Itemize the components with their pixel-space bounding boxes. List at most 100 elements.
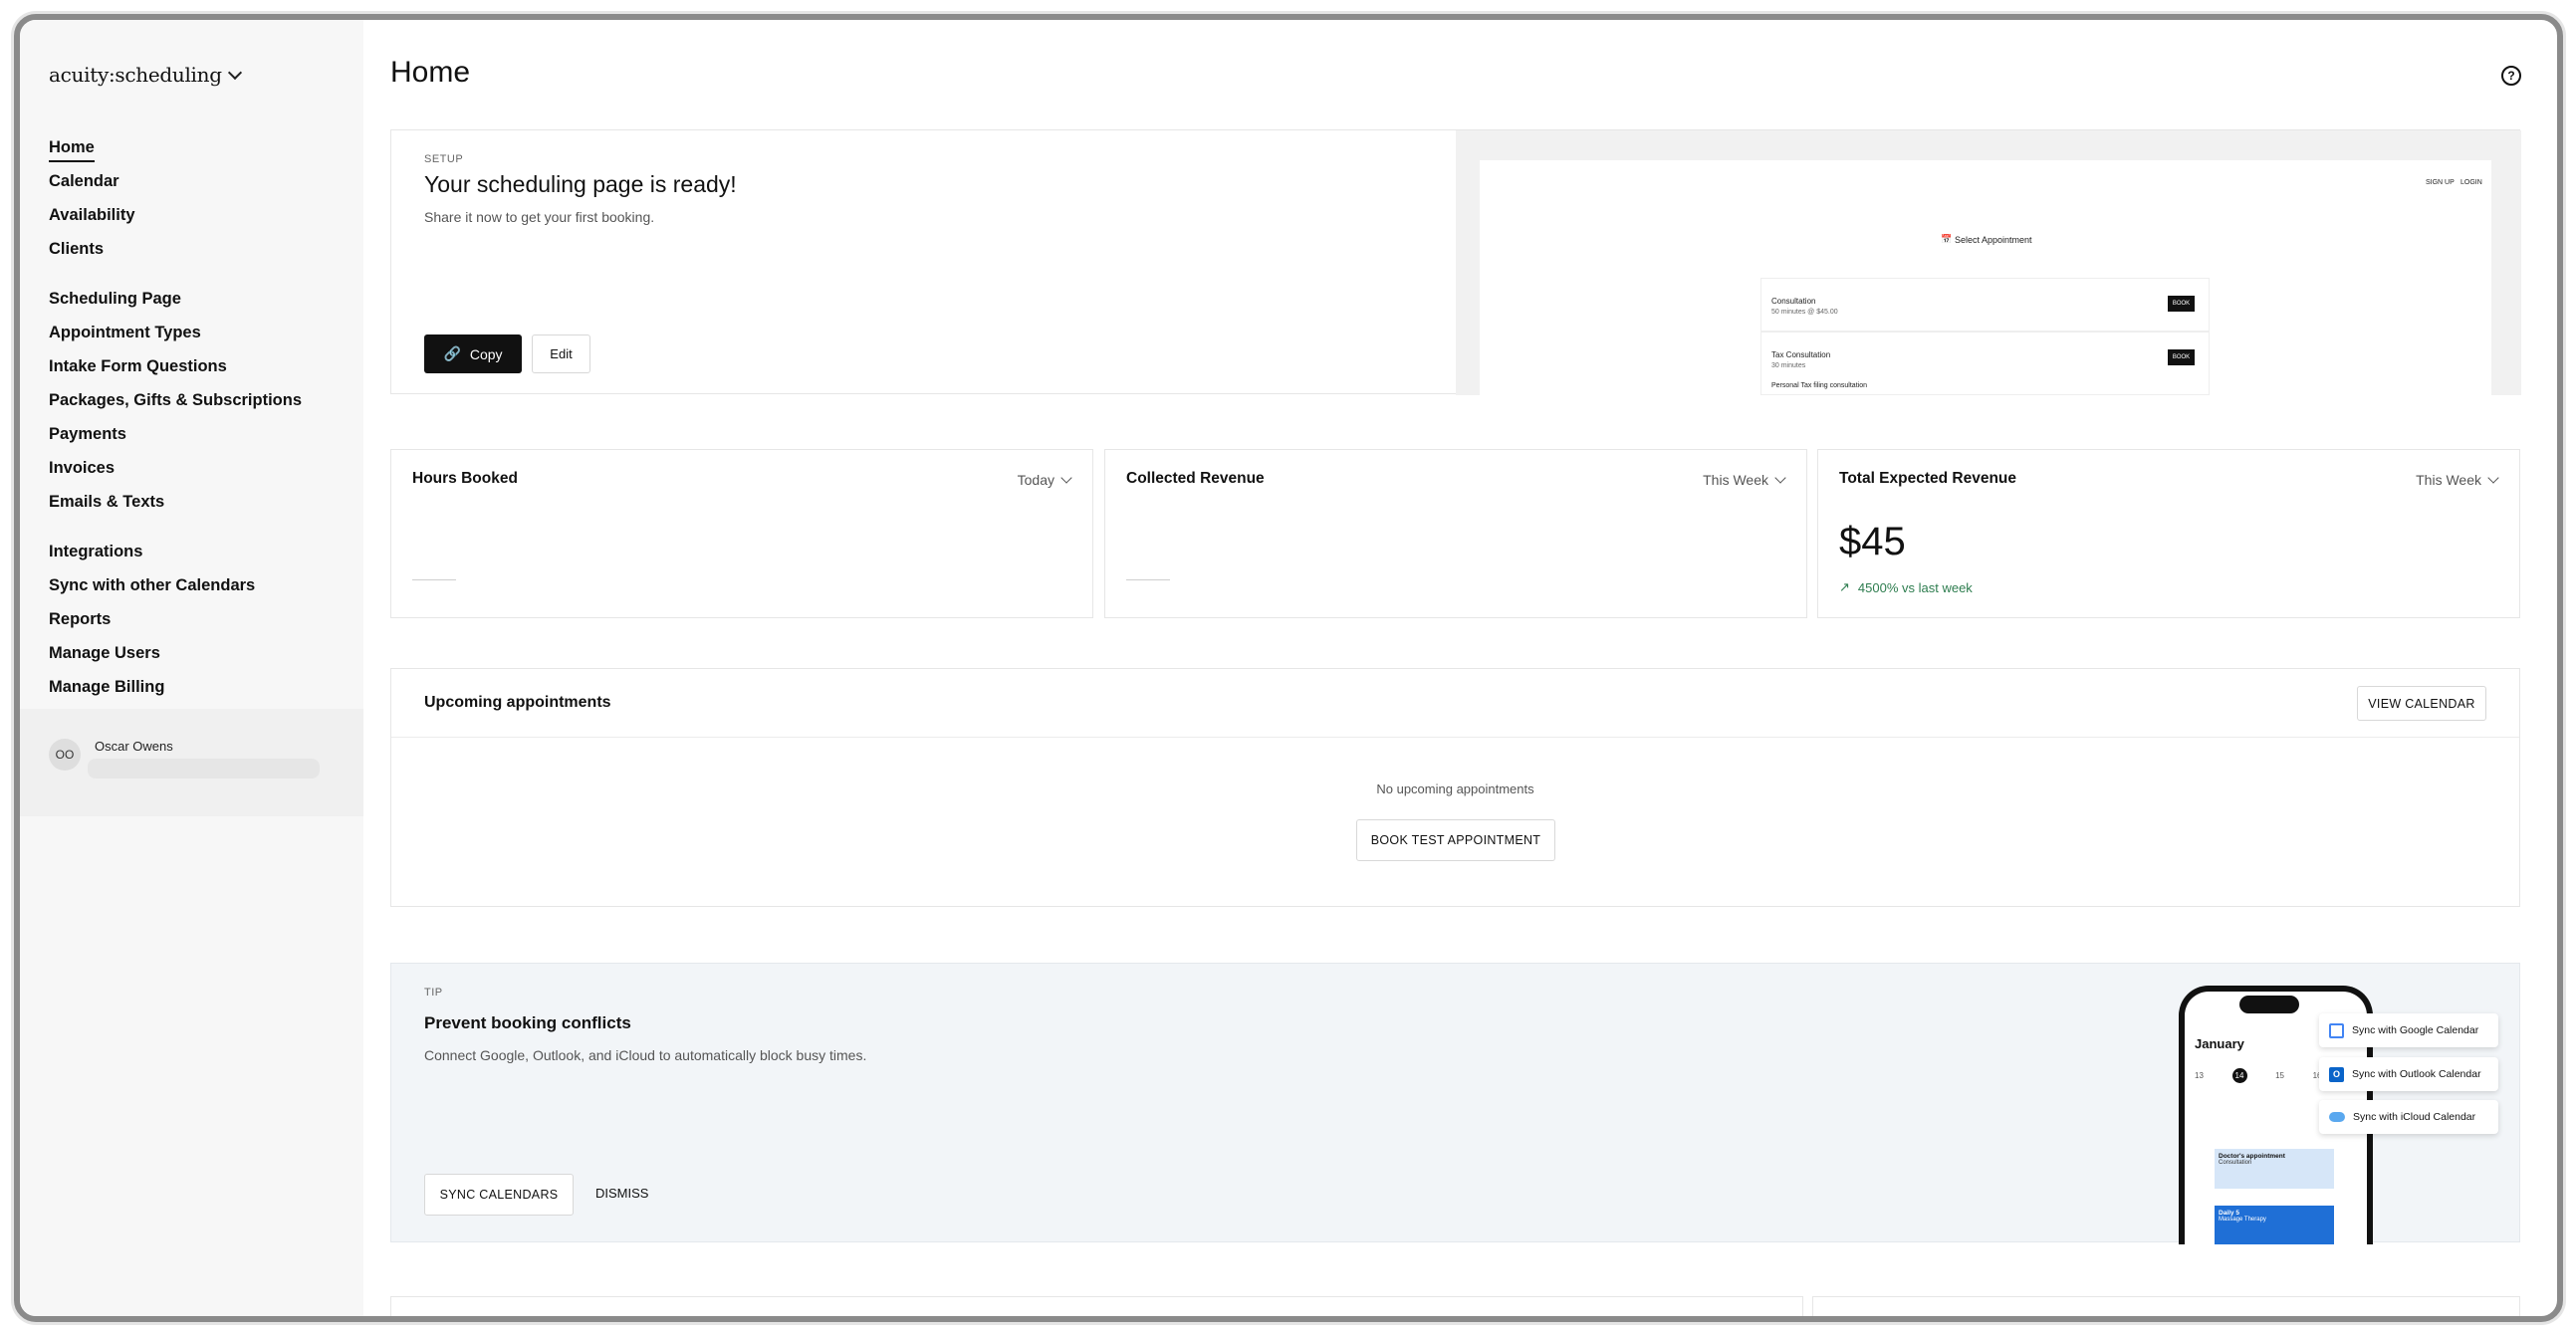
sync-outlook-option: O Sync with Outlook Calendar: [2319, 1057, 2498, 1091]
sidebar-item-emails-texts[interactable]: Emails & Texts: [49, 493, 164, 512]
sidebar-item-reports[interactable]: Reports: [49, 610, 111, 629]
preview-service-name: Consultation: [1771, 297, 1816, 306]
view-calendar-button[interactable]: VIEW CALENDAR: [2357, 686, 2486, 721]
stat-period-dropdown[interactable]: Today: [1017, 472, 1072, 488]
tip-card: TIP Prevent booking conflicts Connect Go…: [390, 963, 2520, 1244]
setup-title: Your scheduling page is ready!: [424, 171, 737, 197]
sidebar-item-manage-users[interactable]: Manage Users: [49, 644, 160, 663]
stat-trend: ↗ 4500% vs last week: [1839, 579, 1973, 595]
preview-book-button: BOOK: [2168, 349, 2195, 365]
stat-value: $45: [1839, 520, 1906, 563]
sidebar-item-payments[interactable]: Payments: [49, 425, 126, 444]
link-icon: 🔗: [443, 345, 461, 361]
page-title: Home: [390, 56, 471, 89]
avatar: OO: [49, 739, 81, 771]
sidebar-item-clients[interactable]: Clients: [49, 240, 104, 259]
arrow-up-right-icon: ↗: [1839, 579, 1850, 594]
empty-value-dash: [412, 579, 456, 580]
stat-filter-label: This Week: [1703, 472, 1768, 488]
sidebar: acuity:scheduling Home Calendar Availabi…: [20, 20, 363, 1316]
preview-calendar-icon: 📅: [1941, 234, 1953, 244]
user-name: Oscar Owens: [95, 739, 173, 754]
sidebar-item-appointment-types[interactable]: Appointment Types: [49, 324, 201, 342]
divider: [391, 737, 2519, 738]
dismiss-button[interactable]: DISMISS: [595, 1186, 648, 1201]
setup-subtitle: Share it now to get your first booking.: [424, 209, 655, 225]
sidebar-item-scheduling-page[interactable]: Scheduling Page: [49, 290, 181, 309]
icloud-icon: [2329, 1112, 2345, 1122]
google-calendar-icon: [2329, 1022, 2344, 1038]
preview-heading: Select Appointment: [1955, 235, 2032, 245]
sync-calendars-button[interactable]: SYNC CALENDARS: [424, 1174, 574, 1216]
hours-booked-card: Hours Booked Today: [390, 449, 1093, 618]
stat-title: Collected Revenue: [1126, 470, 1265, 487]
outlook-icon: O: [2329, 1066, 2344, 1082]
book-test-appointment-button[interactable]: BOOK TEST APPOINTMENT: [1356, 819, 1555, 861]
copy-link-button[interactable]: 🔗 Copy: [424, 334, 522, 373]
preview-page: SIGN UP LOGIN 📅 Select Appointment Consu…: [1480, 160, 2491, 395]
collected-revenue-card: Collected Revenue This Week: [1104, 449, 1807, 618]
app-window: acuity:scheduling Home Calendar Availabi…: [14, 14, 2563, 1322]
sync-icloud-option: Sync with iCloud Calendar: [2319, 1100, 2498, 1134]
total-expected-revenue-card: Total Expected Revenue This Week $45 ↗ 4…: [1817, 449, 2520, 618]
stat-title: Total Expected Revenue: [1839, 470, 2017, 487]
sidebar-item-intake-form[interactable]: Intake Form Questions: [49, 357, 227, 376]
preview-service-name: Tax Consultation: [1771, 350, 1831, 359]
main-content: Home ? SETUP Your scheduling page is rea…: [363, 20, 2557, 1316]
setup-card: SETUP Your scheduling page is ready! Sha…: [390, 129, 2521, 395]
empty-state-text: No upcoming appointments: [1376, 781, 1534, 796]
user-profile[interactable]: OO Oscar Owens: [20, 709, 363, 816]
chevron-down-icon: [227, 65, 242, 80]
bottom-card-right: [1812, 1296, 2520, 1316]
preview-signup: SIGN UP: [2426, 179, 2455, 186]
user-email-redacted: [88, 759, 320, 779]
bottom-card-left: [390, 1296, 1803, 1316]
sidebar-item-manage-billing[interactable]: Manage Billing: [49, 678, 164, 697]
sidebar-item-home[interactable]: Home: [49, 138, 95, 162]
phone-event-sub: Massage Therapy: [2219, 1217, 2266, 1223]
tip-eyebrow: TIP: [424, 987, 443, 999]
preview-service: Consultation 50 minutes @ $45.00 BOOK: [1760, 278, 2210, 332]
question-circle-icon[interactable]: ?: [2501, 66, 2521, 86]
phone-event-title: Doctor's appointment: [2219, 1153, 2285, 1160]
brand-logo: acuity:scheduling: [49, 63, 222, 87]
sync-option-label: Sync with Google Calendar: [2352, 1024, 2479, 1036]
sidebar-item-integrations[interactable]: Integrations: [49, 543, 142, 561]
phone-month: January: [2195, 1036, 2244, 1051]
chevron-down-icon: [1774, 472, 1786, 484]
setup-eyebrow: SETUP: [424, 153, 464, 165]
phone-event: Doctor's appointment Consultation: [2215, 1149, 2334, 1189]
empty-value-dash: [1126, 579, 1170, 580]
chevron-down-icon: [1060, 472, 1072, 484]
sync-option-label: Sync with Outlook Calendar: [2352, 1068, 2481, 1080]
edit-button[interactable]: Edit: [532, 334, 590, 373]
stat-trend-label: 4500% vs last week: [1857, 579, 1973, 595]
phone-event-sub: Consultation: [2219, 1160, 2252, 1166]
scheduling-page-preview: SIGN UP LOGIN 📅 Select Appointment Consu…: [1456, 130, 2521, 395]
sidebar-item-invoices[interactable]: Invoices: [49, 459, 115, 478]
sync-option-label: Sync with iCloud Calendar: [2353, 1111, 2476, 1123]
stat-period-dropdown[interactable]: This Week: [1703, 472, 1786, 488]
stat-title: Hours Booked: [412, 470, 518, 487]
tip-title: Prevent booking conflicts: [424, 1013, 631, 1032]
preview-login: LOGIN: [2460, 179, 2482, 186]
phone-day-selected: 14: [2231, 1068, 2247, 1083]
upcoming-appointments-card: Upcoming appointments VIEW CALENDAR No u…: [390, 668, 2520, 907]
phone-day: 13: [2195, 1071, 2204, 1080]
chevron-down-icon: [2487, 472, 2499, 484]
brand-menu[interactable]: acuity:scheduling: [49, 63, 242, 87]
sidebar-item-availability[interactable]: Availability: [49, 206, 135, 225]
copy-button-label: Copy: [469, 345, 503, 362]
sidebar-item-sync-calendars[interactable]: Sync with other Calendars: [49, 576, 255, 595]
stat-filter-label: Today: [1017, 472, 1054, 488]
phone-notch: [2239, 996, 2299, 1013]
phone-event: Daily 5 Massage Therapy: [2215, 1206, 2334, 1244]
sidebar-item-packages[interactable]: Packages, Gifts & Subscriptions: [49, 391, 302, 410]
phone-day: 15: [2275, 1071, 2284, 1080]
stat-filter-label: This Week: [2416, 472, 2481, 488]
preview-service: Tax Consultation 30 minutes BOOK Persona…: [1760, 332, 2210, 395]
sync-google-option: Sync with Google Calendar: [2319, 1013, 2498, 1047]
sidebar-item-calendar[interactable]: Calendar: [49, 172, 119, 191]
stat-period-dropdown[interactable]: This Week: [2416, 472, 2499, 488]
upcoming-title: Upcoming appointments: [424, 694, 611, 711]
